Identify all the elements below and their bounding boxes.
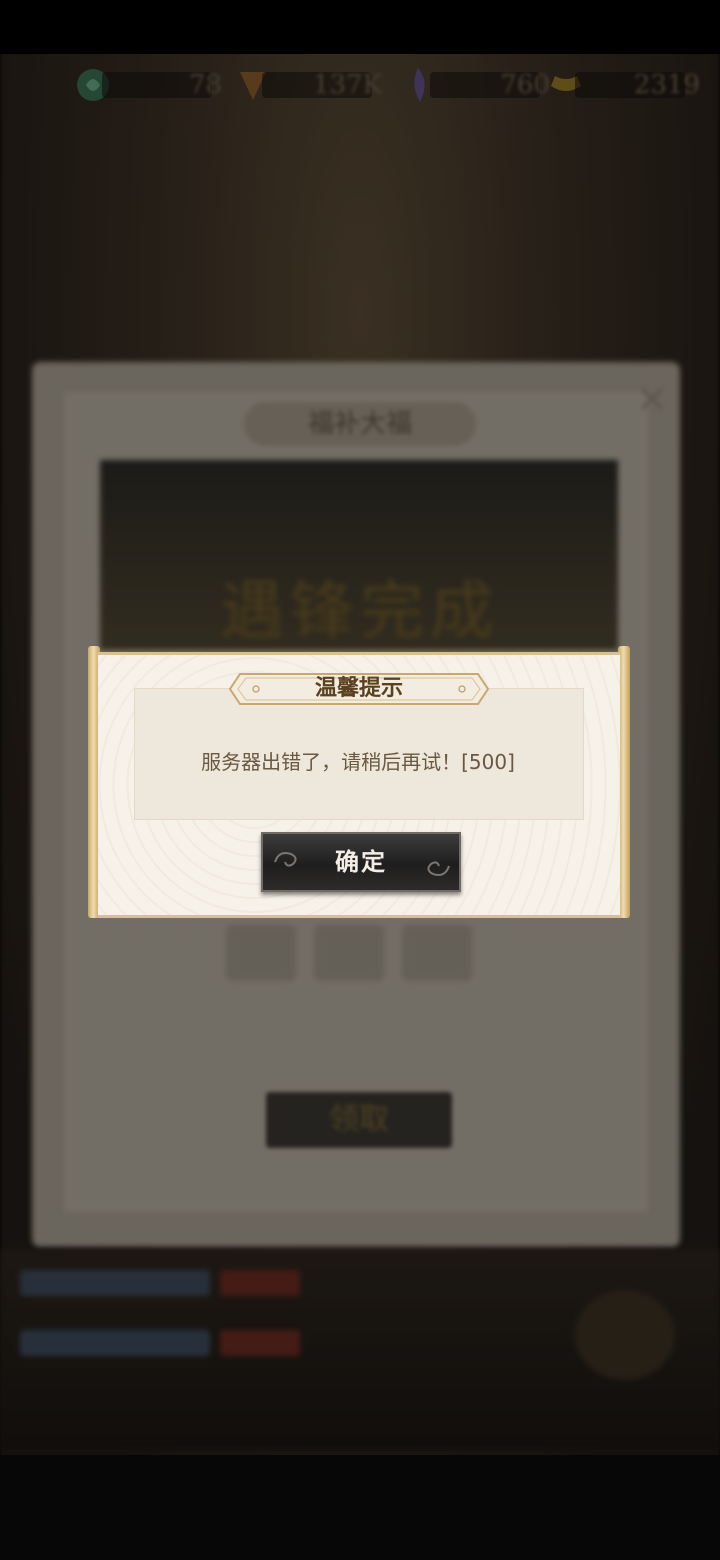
- game-screen: 78 137K 760 2319 福补大福 × 遇锋完成 领取 温馨提示 服务器…: [0, 0, 720, 1560]
- dialog-title-plaque: 温馨提示: [228, 672, 490, 706]
- alert-dialog: 温馨提示 服务器出错了，请稍后再试！[500] 确定: [88, 646, 630, 918]
- confirm-button[interactable]: 确定: [261, 832, 461, 892]
- confirm-button-label: 确定: [335, 848, 387, 876]
- dialog-message: 服务器出错了，请稍后再试！[500]: [201, 750, 515, 774]
- dialog-title: 温馨提示: [314, 676, 403, 701]
